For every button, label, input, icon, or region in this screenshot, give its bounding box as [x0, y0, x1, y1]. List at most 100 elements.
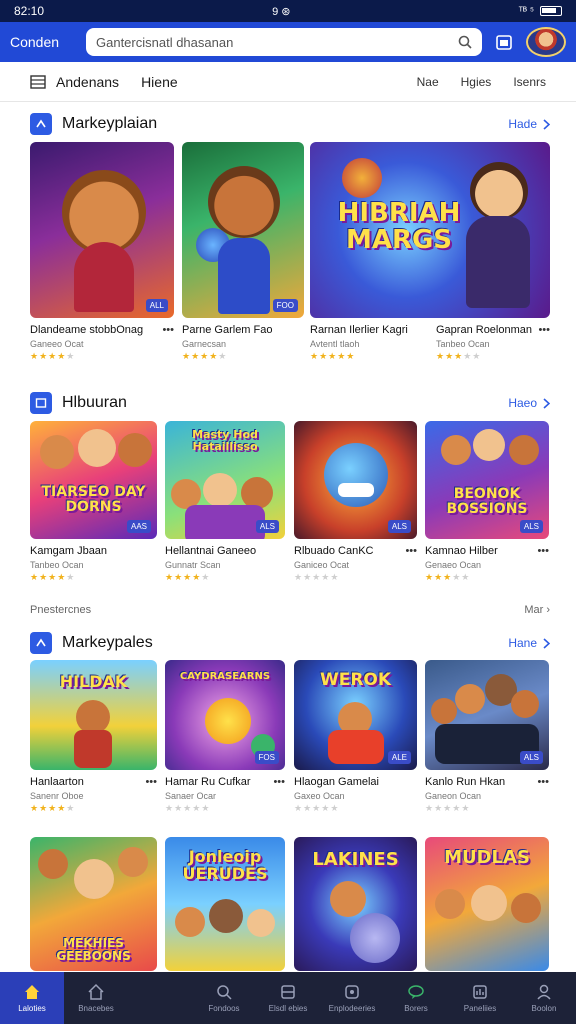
more-options-icon[interactable]: ••• — [537, 545, 549, 557]
game-card[interactable]: ALS Rlbuado CanKC ••• Ganiceo Ocat ★★★★★ — [294, 421, 417, 583]
game-thumbnail[interactable]: ALS — [425, 660, 549, 770]
more-options-icon[interactable]: ••• — [537, 776, 549, 788]
game-thumbnail[interactable]: MEKHIES GEEBOONS — [30, 837, 157, 971]
game-thumbnail[interactable]: ALL — [30, 142, 174, 318]
game-subtitle: Ganeeo Ocat — [30, 339, 84, 349]
search-icon — [217, 985, 232, 1000]
nav-explore[interactable]: Enplodeeries — [320, 972, 384, 1024]
see-more-link[interactable]: Hane — [508, 636, 550, 650]
game-thumbnail[interactable]: TIARSEO DAY DORNS AAS — [30, 421, 157, 539]
game-card[interactable]: Jonleoip UERUDES — [165, 837, 285, 971]
game-art-title: LAKINES — [312, 849, 399, 870]
avatar[interactable] — [526, 27, 566, 57]
user-icon — [537, 984, 551, 1000]
subnav-link-2[interactable]: Hgies — [461, 75, 492, 89]
nav-label: Elsdl ebies — [268, 1004, 308, 1013]
nav-label: Fondoos — [208, 1004, 240, 1013]
nav-chat[interactable]: Borers — [384, 972, 448, 1024]
game-title: Kamgam Jbaan — [30, 545, 108, 557]
nav-library[interactable]: Elsdl ebies — [256, 972, 320, 1024]
game-card[interactable]: TIARSEO DAY DORNS AAS Kamgam Jbaan Tanbe… — [30, 421, 157, 583]
subnav-link-3[interactable]: Isenrs — [513, 75, 546, 89]
rating-stars: ★★★★★ — [30, 351, 76, 361]
search-icon[interactable] — [458, 35, 472, 49]
app-bar: Conden Gantercisnatl dhasanan — [0, 22, 576, 62]
game-thumbnail[interactable]: FOO — [182, 142, 304, 318]
game-card[interactable]: ALS Kanlo Run Hkan ••• Ganeon Ocan ★★★★★ — [425, 660, 549, 814]
nav-label: Boolon — [531, 1004, 557, 1013]
game-thumbnail[interactable]: CAYDRASEARNS FOS — [165, 660, 285, 770]
game-thumbnail[interactable]: Masty Hod Hataillisso ALS — [165, 421, 285, 539]
list-icon[interactable] — [30, 74, 46, 90]
small-section-link[interactable]: Mar › — [524, 604, 550, 620]
game-thumbnail[interactable]: HILDAK — [30, 660, 157, 770]
rating-stars: ★★★★★ — [294, 572, 340, 582]
calendar-section-icon — [30, 392, 52, 414]
section-title: Markeypales — [62, 634, 153, 651]
game-thumbnail[interactable]: BEONOK BOSSIONS ALS — [425, 421, 549, 539]
calendar-icon[interactable] — [492, 30, 516, 54]
see-more-link[interactable]: Hade — [508, 117, 550, 131]
nav-stats[interactable]: Paneliies — [448, 972, 512, 1024]
nav-label: Bnacebes — [78, 1004, 114, 1013]
game-subtitle: Tanbeo Ocan — [436, 339, 490, 349]
game-subtitle: Gaxeo Ocan — [294, 791, 345, 801]
game-card[interactable]: ALL Dlandeame stobbOnag ••• Ganeeo Ocat ★… — [30, 142, 174, 362]
nav-profile[interactable]: Boolon — [512, 972, 576, 1024]
game-art-title: HIBRIAH MARGS — [337, 198, 461, 256]
game-thumbnail[interactable]: HIBRIAH MARGS — [310, 142, 550, 318]
rating-stars: ★★★★★ — [436, 351, 482, 361]
game-badge: ALL — [145, 299, 168, 312]
game-subtitle: Avtentl tlaoh — [310, 339, 360, 349]
game-title: Dlandeame stobbOnag — [30, 324, 144, 336]
more-options-icon[interactable]: ••• — [145, 776, 157, 788]
game-thumbnail[interactable]: WEROK ALE — [294, 660, 417, 770]
game-card[interactable]: HILDAK Hanlaarton ••• Sanenr Oboe ★★★★★ — [30, 660, 157, 814]
game-card[interactable]: FOO Parne Garlem Fao Garnecsan ★★★★★ — [182, 142, 304, 362]
nav-browse[interactable]: Bnacebes — [64, 972, 128, 1024]
game-badge: ALS — [519, 751, 543, 764]
rating-stars: ★★★★★ — [30, 803, 76, 813]
game-card[interactable]: LAKINES — [294, 837, 417, 971]
game-card[interactable]: HIBRIAH MARGS Rarnan Ilerlier Kagri Avte… — [310, 142, 550, 362]
section-icon — [30, 632, 52, 654]
more-options-icon[interactable]: ••• — [538, 324, 550, 336]
nav-home[interactable]: Laloties — [0, 972, 64, 1024]
game-card[interactable]: MEKHIES GEEBOONS — [30, 837, 157, 971]
subnav-secondary[interactable]: Hiene — [141, 74, 178, 90]
game-subtitle: Genaeo Ocan — [425, 560, 482, 570]
game-thumbnail[interactable]: MUDLAS — [425, 837, 549, 971]
battery-icon — [540, 6, 562, 16]
see-more-link[interactable]: Haeo — [508, 396, 550, 410]
subnav-primary[interactable]: Andenans — [56, 74, 119, 90]
nav-search[interactable]: Fondoos — [192, 972, 256, 1024]
game-thumbnail[interactable]: LAKINES — [294, 837, 417, 971]
game-card[interactable]: CAYDRASEARNS FOS Hamar Ru Cufkar ••• Sana… — [165, 660, 285, 814]
frame-icon — [345, 985, 359, 999]
game-thumbnail[interactable]: Jonleoip UERUDES — [165, 837, 285, 971]
game-card[interactable]: Masty Hod Hataillisso ALS Hellantnai Gan… — [165, 421, 285, 583]
nav-label: Laloties — [18, 1004, 46, 1013]
game-art-title: HILDAK — [59, 672, 128, 691]
game-subtitle: Tanbeo Ocan — [30, 560, 84, 570]
more-options-icon[interactable]: ••• — [273, 776, 285, 788]
game-subtitle: Ganiceo Ocat — [294, 560, 350, 570]
home-icon — [25, 985, 39, 999]
game-card[interactable]: WEROK ALE Hlaogan Gamelai Gaxeo Ocan ★★★… — [294, 660, 417, 814]
subnav-link-1[interactable]: Nae — [417, 75, 439, 89]
game-card[interactable]: MUDLAS — [425, 837, 549, 971]
search-input[interactable]: Gantercisnatl dhasanan — [86, 28, 482, 56]
game-card[interactable]: BEONOK BOSSIONS ALS Kamnao Hilber ••• Gen… — [425, 421, 549, 583]
nav-empty[interactable] — [128, 972, 192, 1024]
game-thumbnail[interactable]: ALS — [294, 421, 417, 539]
game-badge: ALS — [255, 520, 279, 533]
rating-stars: ★★★★★ — [425, 572, 471, 582]
more-options-icon[interactable]: ••• — [405, 545, 417, 557]
game-title: Hellantnai Ganeeo — [165, 545, 257, 557]
game-title: Hanlaarton — [30, 776, 84, 788]
rating-stars: ★★★★★ — [165, 803, 211, 813]
section-title: Markeyplaian — [62, 115, 158, 132]
game-badge: FOO — [272, 299, 298, 312]
game-art-title: TIARSEO DAY DORNS — [41, 484, 146, 515]
more-options-icon[interactable]: ••• — [162, 324, 174, 336]
